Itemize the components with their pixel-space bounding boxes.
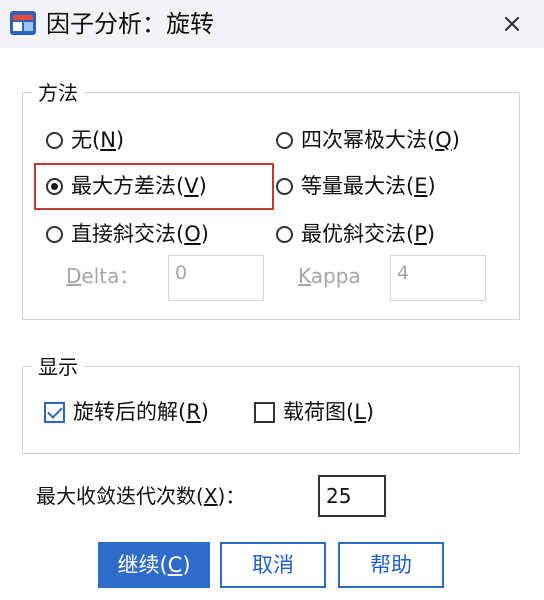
- delta-input: 0: [168, 255, 264, 301]
- loading-plot-label: 载荷图(: [283, 400, 355, 424]
- radio-equamax[interactable]: 等量最大法(E): [276, 172, 436, 200]
- radio-direct-oblimin[interactable]: 直接斜交法(O): [46, 220, 209, 248]
- radio-none-circle[interactable]: [46, 131, 63, 149]
- max-iterations-text: 最大收敛迭代次数(: [36, 484, 204, 508]
- loading-plot-suffix: ): [365, 400, 375, 424]
- radio-varimax[interactable]: 最大方差法(V): [46, 172, 207, 200]
- radio-promax-label: 最优斜交法(: [301, 222, 415, 246]
- radio-quartimax[interactable]: 四次幂极大法(Q): [276, 126, 460, 154]
- cancel-button[interactable]: 取消: [220, 542, 326, 588]
- radio-varimax-suffix: ): [198, 174, 207, 198]
- radio-quartimax-key: Q: [435, 128, 452, 152]
- continue-suffix: ): [182, 553, 191, 577]
- kappa-rest: appa: [310, 264, 361, 288]
- rotated-solution-label: 旋转后的解(: [73, 400, 187, 424]
- loading-plot-key: L: [354, 400, 366, 424]
- rotated-solution-key: R: [186, 400, 201, 424]
- help-button[interactable]: 帮助: [338, 542, 444, 588]
- method-group-label: 方法: [32, 80, 84, 106]
- radio-none-suffix: ): [115, 128, 125, 152]
- radio-equamax-suffix: ): [427, 174, 436, 198]
- radio-equamax-circle[interactable]: [276, 177, 293, 195]
- radio-promax-circle[interactable]: [276, 225, 293, 243]
- rotated-solution-suffix: ): [200, 400, 209, 424]
- radio-varimax-circle[interactable]: [46, 177, 63, 195]
- loading-plot-check[interactable]: [254, 401, 275, 423]
- radio-quartimax-suffix: ): [451, 128, 460, 152]
- radio-quartimax-label: 四次幂极大法(: [301, 128, 436, 152]
- radio-varimax-label: 最大方差法(: [71, 174, 185, 198]
- radio-promax-key: P: [414, 222, 427, 246]
- max-iterations-label: 最大收敛迭代次数(X)：: [36, 482, 245, 510]
- continue-button[interactable]: 继续(C): [98, 542, 210, 588]
- window-title: 因子分析：旋转: [46, 10, 214, 38]
- delta-rest: elta：: [81, 264, 140, 288]
- radio-direct-oblimin-suffix: ): [200, 222, 209, 246]
- checkbox-rotated-solution[interactable]: 旋转后的解(R): [44, 398, 209, 426]
- radio-direct-oblimin-circle[interactable]: [46, 225, 63, 243]
- continue-key: C: [167, 553, 183, 577]
- close-icon[interactable]: ×: [494, 6, 530, 42]
- kappa-key: K: [298, 264, 311, 288]
- max-iterations-input[interactable]: 25: [318, 475, 386, 517]
- radio-direct-oblimin-key: O: [184, 222, 201, 246]
- radio-quartimax-circle[interactable]: [276, 131, 293, 149]
- radio-none-key: N: [100, 128, 116, 152]
- radio-equamax-label: 等量最大法(: [301, 174, 415, 198]
- radio-direct-oblimin-label: 直接斜交法(: [71, 222, 185, 246]
- radio-varimax-key: V: [184, 174, 199, 198]
- kappa-label: Kappa: [298, 262, 361, 290]
- radio-promax[interactable]: 最优斜交法(P): [276, 220, 435, 248]
- kappa-input: 4: [390, 255, 486, 301]
- radio-none[interactable]: 无(N): [46, 126, 124, 154]
- title-bar: 因子分析：旋转 ×: [0, 0, 544, 48]
- checkbox-loading-plot[interactable]: 载荷图(L): [254, 398, 374, 426]
- delta-label: Delta：: [66, 262, 139, 290]
- display-group-label: 显示: [32, 354, 84, 380]
- app-icon: [10, 11, 36, 35]
- radio-promax-suffix: ): [426, 222, 436, 246]
- continue-label: 继续(: [117, 553, 168, 577]
- max-iterations-suffix: )：: [217, 484, 246, 508]
- delta-key: D: [66, 264, 82, 288]
- rotated-solution-check[interactable]: [44, 401, 65, 423]
- radio-equamax-key: E: [414, 174, 428, 198]
- radio-none-label: 无(: [71, 128, 101, 152]
- max-iterations-key: X: [203, 484, 218, 508]
